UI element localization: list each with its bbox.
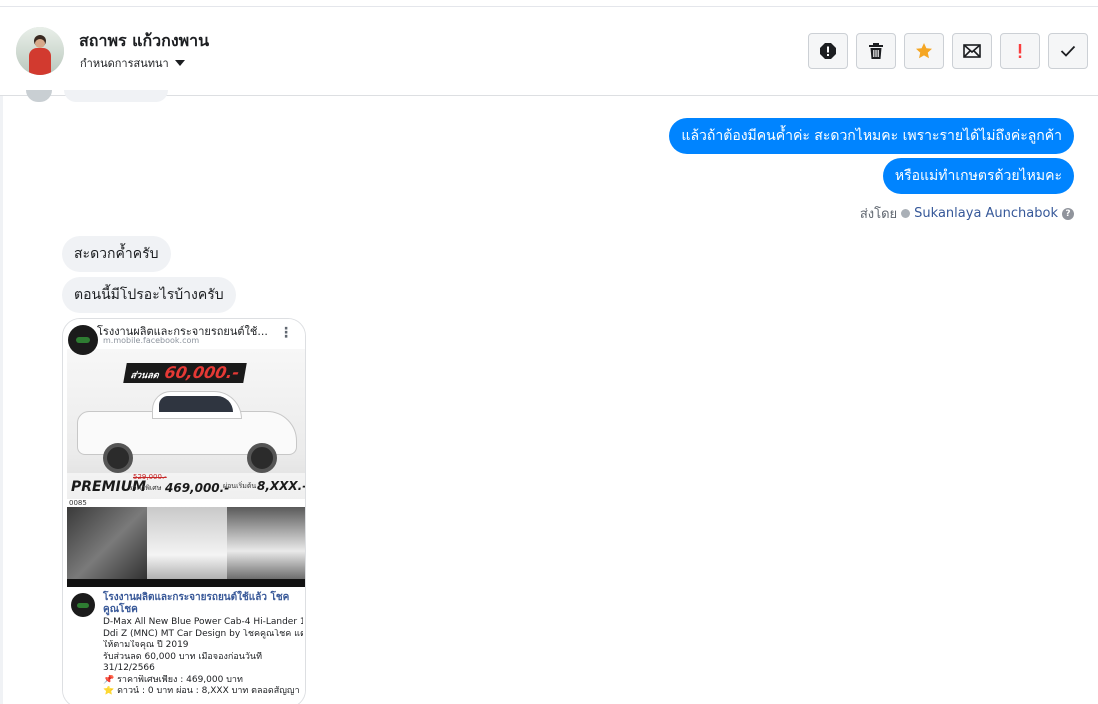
top-edge: [0, 0, 1098, 7]
post-line: ให้ตามใจคุณ ปี 2019: [103, 640, 189, 650]
envelope-icon: [963, 44, 981, 58]
sent-by-label: ส่งโดย: [859, 207, 898, 222]
delete-button[interactable]: [856, 33, 896, 69]
car-code: 0085: [69, 499, 87, 507]
mark-unread-button[interactable]: [952, 33, 992, 69]
outgoing-message[interactable]: หรือแม่ทำเกษตรด้วยไหมคะ: [882, 158, 1074, 194]
contact-name[interactable]: สถาพร แก้วกงพาน: [79, 29, 209, 54]
page-name-link[interactable]: โรงงานผลิตและกระจายรถยนต์ใช้แล้ว โชคคูณโ…: [103, 592, 299, 616]
contact-avatar[interactable]: [16, 27, 64, 75]
more-options-icon[interactable]: ⋮: [279, 325, 293, 341]
chevron-down-icon: [174, 60, 185, 66]
previous-message-avatar: [26, 90, 52, 102]
post-line: Ddi Z (MNC) MT Car Design by โชคคูณโชค แ…: [103, 628, 303, 639]
exclamation-icon: [1018, 44, 1022, 58]
mark-done-button[interactable]: [1048, 33, 1088, 69]
mark-spam-button[interactable]: [808, 33, 848, 69]
price-strip: PREMIUM 529,000.- ราคาพิเศษ 469,000.- ผ่…: [67, 473, 305, 499]
assign-conversation-label: กำหนดการสนทนา: [80, 57, 169, 70]
trash-icon: [869, 43, 883, 59]
conversation-toolbar: [808, 33, 1088, 69]
monthly-label: ผ่อนเริ่มต้น: [223, 482, 257, 490]
star-icon: [916, 43, 932, 59]
monthly-price: 8,XXX.-: [257, 479, 305, 493]
check-icon: [1060, 45, 1076, 57]
thread-left-border: [0, 96, 3, 704]
post-line: รับส่วนลด 60,000 บาท เมื่อจองก่อนวันที่: [103, 651, 263, 662]
special-price: 469,000.-: [165, 481, 230, 495]
post-line: ⭐ ดาวน์ : 0 บาท ผ่อน : 8,XXX บาท ตลอดสัญ…: [103, 686, 300, 696]
shared-post-body: โรงงานผลิตและกระจายรถยนต์ใช้แล้ว โชคคูณโ…: [63, 589, 305, 704]
gallery-caption-strip: [67, 579, 305, 587]
incoming-message[interactable]: ตอนนี้มีโปรอะไรบ้างครับ: [62, 277, 236, 313]
shared-post-card[interactable]: โรงงานผลิตและกระจายรถยนต์ใช้... m.mobile…: [62, 318, 306, 704]
old-price: 529,000.-: [133, 473, 167, 481]
help-icon[interactable]: ?: [1062, 207, 1074, 220]
gallery-image: [67, 507, 147, 587]
sent-by-info: ส่งโดย Sukanlaya Aunchabok ?: [860, 203, 1074, 224]
truck-window: [159, 396, 233, 412]
incoming-message[interactable]: สะดวกค้ำครับ: [62, 236, 171, 272]
outgoing-message[interactable]: แล้วถ้าต้องมีคนค้ำค่ะ สะดวกไหมคะ เพราะรา…: [669, 118, 1074, 154]
agent-name-link[interactable]: Sukanlaya Aunchabok: [914, 206, 1058, 221]
post-line: D-Max All New Blue Power Cab-4 Hi-Lander…: [103, 617, 303, 627]
post-line: 31/12/2566: [103, 663, 155, 673]
star-button[interactable]: [904, 33, 944, 69]
assign-conversation-dropdown[interactable]: กำหนดการสนทนา: [80, 54, 185, 72]
special-price-label: ราคาพิเศษ: [129, 484, 162, 492]
post-text: D-Max All New Blue Power Cab-4 Hi-Lander…: [103, 617, 303, 698]
gallery-image: [147, 507, 227, 587]
truck-wheel: [247, 443, 277, 473]
conversation-header: สถาพร แก้วกงพาน กำหนดการสนทนา: [0, 7, 1098, 96]
car-gallery[interactable]: [67, 507, 305, 587]
shared-post-header: โรงงานผลิตและกระจายรถยนต์ใช้... m.mobile…: [63, 319, 305, 349]
follow-up-button[interactable]: [1000, 33, 1040, 69]
page-logo: [68, 325, 98, 355]
truck-wheel: [103, 443, 133, 473]
discount-tag: ส่วนลด 60,000.-: [123, 363, 247, 383]
agent-status-icon: [901, 209, 911, 218]
car-photo[interactable]: ส่วนลด 60,000.- PREMIUM 529,000.- ราคาพิ…: [67, 349, 305, 499]
shared-post-url: m.mobile.facebook.com: [103, 336, 200, 345]
page-avatar[interactable]: [71, 593, 95, 617]
gallery-image: [227, 507, 305, 587]
alert-circle-icon: [820, 43, 836, 59]
previous-message-bubble: [64, 90, 168, 102]
post-line: 📌 ราคาพิเศษเพียง : 469,000 บาท: [103, 674, 243, 685]
